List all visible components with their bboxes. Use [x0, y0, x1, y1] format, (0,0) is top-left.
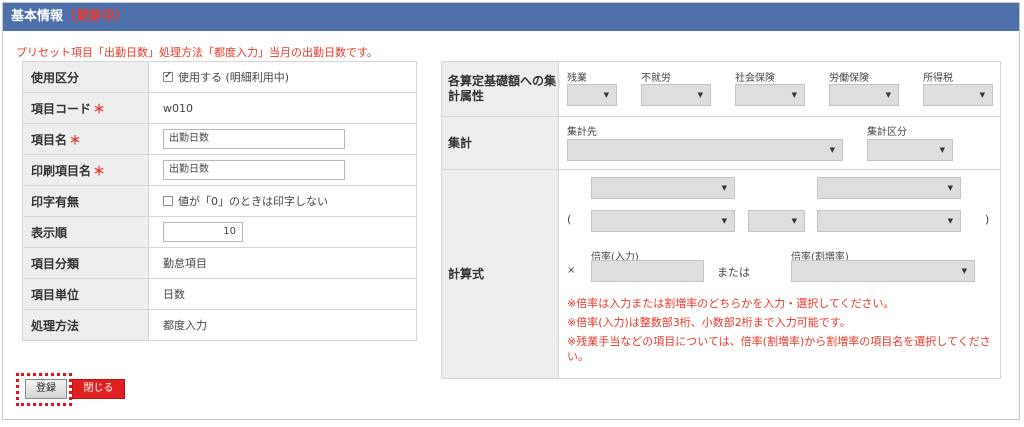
attributes-label: 各算定基礎額への集計属性 [441, 61, 559, 117]
display-order-input[interactable]: 10 [163, 222, 243, 242]
row-print-flag: 印字有無 値が「0」のときは印字しない [22, 185, 417, 217]
display-order-label: 表示順 [22, 216, 149, 248]
panel-header: 基本情報（更新中） [3, 3, 1019, 31]
chevron-down-icon: ▼ [961, 267, 967, 275]
chevron-down-icon: ▼ [885, 91, 891, 99]
save-button[interactable]: 登録 [25, 379, 67, 399]
formula-note-1: ※倍率は入力または割増率のどちらかを入力・選択してください。 [567, 297, 895, 310]
code-value: w010 [148, 92, 417, 124]
aggregate-dest-label: 集計先 [567, 127, 597, 138]
usage-checkbox[interactable] [163, 70, 173, 82]
chevron-down-icon: ▼ [721, 217, 727, 225]
usage-checkbox-label: 使用する (明細利用中) [178, 71, 290, 84]
required-mark: ＊ [93, 163, 106, 178]
required-mark: ＊ [93, 101, 106, 116]
formula-label: 計算式 [441, 169, 559, 379]
usage-label: 使用区分 [22, 61, 149, 93]
aggregate-label: 集計 [441, 116, 559, 170]
row-formula: 計算式 ▼ ▼ ( ▼ ▼ ▼ ) 倍率(入力) 倍率(割増率) × または ▼… [441, 169, 1001, 379]
row-attributes: 各算定基礎額への集計属性 残業 ▼ 不就労 ▼ 社会保険 ▼ 労働保険 ▼ 所得… [441, 61, 1001, 117]
chevron-down-icon: ▼ [947, 217, 953, 225]
chevron-down-icon: ▼ [829, 146, 835, 154]
print-name-cell: 出勤日数 [148, 154, 417, 186]
aggregate-cell: 集計先 ▼ 集計区分 ▼ [558, 116, 1001, 170]
print-flag-checkbox[interactable] [163, 196, 173, 206]
chevron-down-icon: ▼ [791, 91, 797, 99]
formula-select-2[interactable]: ▼ [817, 177, 961, 199]
chevron-down-icon: ▼ [979, 91, 985, 99]
row-display-order: 表示順 10 [22, 216, 417, 248]
formula-operator-select[interactable]: ▼ [748, 210, 805, 232]
formula-select-1[interactable]: ▼ [591, 177, 735, 199]
unit-label: 項目単位 [22, 278, 149, 310]
chevron-down-icon: ▼ [939, 146, 945, 154]
row-usage: 使用区分 使用する (明細利用中) [22, 61, 417, 93]
formula-cell: ▼ ▼ ( ▼ ▼ ▼ ) 倍率(入力) 倍率(割増率) × または ▼ ※倍率… [558, 169, 1001, 379]
required-mark: ＊ [69, 132, 82, 147]
attr-income-tax-label: 所得税 [923, 73, 953, 84]
aggregate-type-select[interactable]: ▼ [867, 139, 953, 161]
method-label: 処理方法 [22, 309, 149, 341]
print-name-label: 印刷項目名＊ [22, 154, 149, 186]
row-print-name: 印刷項目名＊ 出勤日数 [22, 154, 417, 186]
formula-open-paren: ( [567, 213, 572, 226]
row-aggregate: 集計 集計先 ▼ 集計区分 ▼ [441, 116, 1001, 170]
times-sign: × [567, 265, 576, 276]
attr-social-insurance-select[interactable]: ▼ [735, 84, 805, 106]
formula-operand-left-select[interactable]: ▼ [591, 210, 735, 232]
chevron-down-icon: ▼ [721, 184, 727, 192]
basic-form-table: 使用区分 使用する (明細利用中) 項目コード＊ w010 項目名＊ 出勤日数 … [22, 61, 417, 341]
category-label: 項目分類 [22, 247, 149, 279]
aggregate-dest-select[interactable]: ▼ [567, 139, 843, 161]
chevron-down-icon: ▼ [697, 91, 703, 99]
method-value: 都度入力 [148, 309, 417, 341]
code-label: 項目コード＊ [22, 92, 149, 124]
attr-absence-label: 不就労 [641, 73, 671, 84]
formula-close-paren: ) [985, 213, 990, 226]
row-unit: 項目単位 日数 [22, 278, 417, 310]
rate-input-field[interactable] [591, 260, 704, 282]
aggregate-type-label: 集計区分 [867, 127, 907, 138]
preset-notice: プリセット項目「出勤日数」処理方法「都度入力」当月の出勤日数です。 [16, 46, 378, 59]
chevron-down-icon: ▼ [947, 184, 953, 192]
attr-overtime-select[interactable]: ▼ [567, 84, 617, 106]
attr-absence-select[interactable]: ▼ [641, 84, 711, 106]
print-flag-value: 値が「0」のときは印字しない [148, 185, 417, 217]
attr-overtime-label: 残業 [567, 73, 587, 84]
row-name: 項目名＊ 出勤日数 [22, 123, 417, 155]
row-method: 処理方法 都度入力 [22, 309, 417, 341]
attr-labor-insurance-select[interactable]: ▼ [829, 84, 899, 106]
attr-income-tax-select[interactable]: ▼ [923, 84, 993, 106]
page-title: 基本情報 [11, 9, 64, 24]
calc-form-table: 各算定基礎額への集計属性 残業 ▼ 不就労 ▼ 社会保険 ▼ 労働保険 ▼ 所得… [441, 61, 1001, 379]
item-name-input[interactable]: 出勤日数 [163, 129, 345, 149]
print-flag-checkbox-label: 値が「0」のときは印字しない [178, 195, 328, 208]
rate-surcharge-select[interactable]: ▼ [791, 260, 975, 282]
attributes-cell: 残業 ▼ 不就労 ▼ 社会保険 ▼ 労働保険 ▼ 所得税 ▼ [558, 61, 1001, 117]
formula-operand-right-select[interactable]: ▼ [817, 210, 961, 232]
editing-badge: （更新中） [63, 9, 129, 24]
row-code: 項目コード＊ w010 [22, 92, 417, 124]
or-text: または [717, 266, 750, 279]
chevron-down-icon: ▼ [791, 217, 797, 225]
attr-labor-insurance-label: 労働保険 [829, 73, 869, 84]
name-cell: 出勤日数 [148, 123, 417, 155]
unit-value: 日数 [148, 278, 417, 310]
print-name-input[interactable]: 出勤日数 [163, 160, 345, 180]
chevron-down-icon: ▼ [603, 91, 609, 99]
row-category: 項目分類 勤怠項目 [22, 247, 417, 279]
display-order-cell: 10 [148, 216, 417, 248]
category-value: 勤怠項目 [148, 247, 417, 279]
close-button[interactable]: 閉じる [72, 379, 125, 399]
name-label: 項目名＊ [22, 123, 149, 155]
formula-note-3: ※残業手当などの項目については、倍率(割増率)から割増率の項目名を選択してくださ… [567, 335, 991, 363]
attr-social-insurance-label: 社会保険 [735, 73, 775, 84]
formula-note-2: ※倍率(入力)は整数部3桁、小数部2桁まで入力可能です。 [567, 316, 851, 329]
usage-value: 使用する (明細利用中) [148, 61, 417, 93]
print-flag-label: 印字有無 [22, 185, 149, 217]
